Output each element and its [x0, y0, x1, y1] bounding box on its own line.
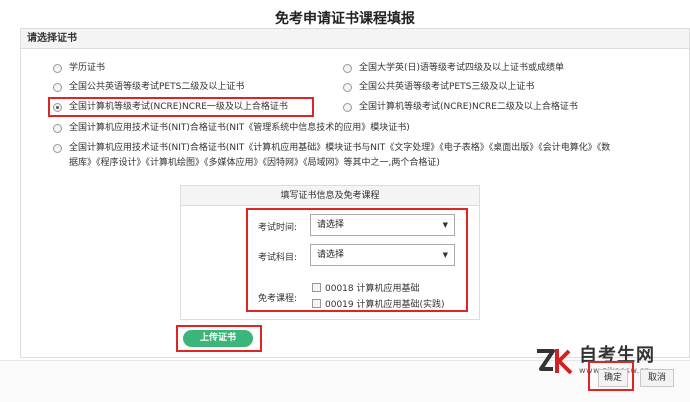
exam-subject-value: 请选择 [317, 250, 345, 260]
option-ncre2[interactable]: 全国计算机等级考试(NCRE)NCRE二级及以上合格证书 [343, 100, 578, 115]
radio-icon[interactable] [343, 103, 352, 112]
checkbox-icon[interactable] [312, 283, 321, 292]
highlight-confirm [588, 361, 634, 391]
option-label: 全国公共英语等级考试PETS三级及以上证书 [359, 82, 535, 92]
info-box-header: 填写证书信息及免考课程 [181, 186, 479, 206]
highlight-ncre1 [48, 97, 314, 117]
exam-subject-select[interactable]: 请选择 ▼ [310, 244, 455, 266]
radio-icon[interactable] [343, 64, 352, 73]
option-nit-management[interactable]: 全国计算机应用技术证书(NIT)合格证书(NIT《管理系统中信息技术的应用》模块… [53, 121, 410, 136]
radio-icon[interactable] [53, 124, 62, 133]
upload-certificate-button[interactable]: 上传证书 [183, 330, 253, 347]
caret-down-icon: ▼ [442, 221, 448, 229]
radio-icon[interactable] [53, 64, 62, 73]
course-label: 00018 计算机应用基础 [325, 284, 420, 294]
option-label: 全国计算机应用技术证书(NIT)合格证书(NIT《计算机应用基础》模块证书与NI… [69, 143, 611, 168]
exempt-courses-label: 免考课程: [257, 294, 297, 304]
option-pets3[interactable]: 全国公共英语等级考试PETS三级及以上证书 [343, 80, 534, 95]
radio-icon[interactable] [53, 144, 62, 153]
option-diploma[interactable]: 学历证书 [53, 61, 105, 76]
zk-logo-icon [537, 349, 573, 375]
cancel-button[interactable]: 取消 [640, 369, 674, 387]
exam-subject-label: 考试科目: [257, 253, 297, 263]
course-label: 00019 计算机应用基础(实践) [325, 300, 445, 310]
checkbox-icon[interactable] [312, 299, 321, 308]
option-label: 全国计算机应用技术证书(NIT)合格证书(NIT《管理系统中信息技术的应用》模块… [69, 123, 410, 133]
exam-time-label: 考试时间: [257, 223, 297, 233]
option-cet4[interactable]: 全国大学英(日)语等级考试四级及以上证书或成绩单 [343, 61, 564, 76]
course-00019[interactable]: 00019 计算机应用基础(实践) [312, 297, 445, 310]
option-label: 全国公共英语等级考试PETS二级及以上证书 [69, 82, 245, 92]
course-00018[interactable]: 00018 计算机应用基础 [312, 281, 420, 294]
option-nit-combo[interactable]: 全国计算机应用技术证书(NIT)合格证书(NIT《计算机应用基础》模块证书与NI… [53, 141, 613, 171]
option-label: 全国大学英(日)语等级考试四级及以上证书或成绩单 [359, 63, 565, 73]
exam-time-select[interactable]: 请选择 ▼ [310, 214, 455, 236]
page-title: 免考申请证书课程填报 [275, 11, 415, 27]
option-label: 学历证书 [69, 63, 106, 73]
radio-icon[interactable] [53, 83, 62, 92]
option-label: 全国计算机等级考试(NCRE)NCRE二级及以上合格证书 [359, 102, 578, 112]
option-pets2[interactable]: 全国公共英语等级考试PETS二级及以上证书 [53, 80, 244, 95]
certificate-panel-header: 请选择证书 [21, 29, 689, 49]
radio-icon[interactable] [343, 83, 352, 92]
caret-down-icon: ▼ [442, 251, 448, 259]
exam-time-value: 请选择 [317, 220, 345, 230]
